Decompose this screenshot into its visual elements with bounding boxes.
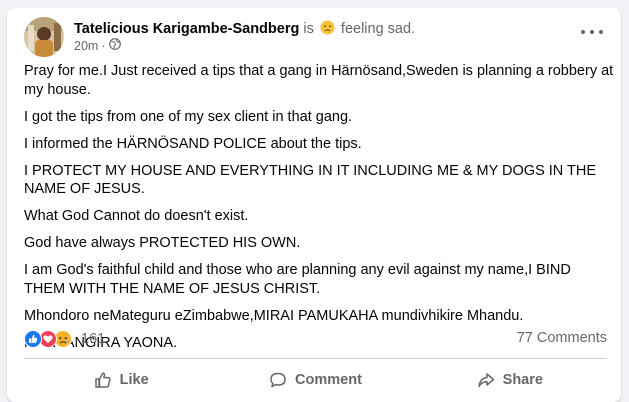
like-button[interactable]: Like — [24, 363, 218, 397]
post-paragraph: God have always PROTECTED HIS OWN. — [24, 235, 301, 251]
post-paragraph: I informed the HÄRNÖSAND POLICE about th… — [24, 135, 362, 152]
post-paragraph: I PROTECT MY HOUSE AND EVERYTHING IN IT … — [24, 162, 597, 198]
comment-label: Comment — [295, 372, 362, 388]
timestamp[interactable]: 20m — [74, 39, 98, 53]
sad-face-icon — [320, 20, 335, 39]
comment-button[interactable]: Comment — [218, 363, 412, 397]
more-options-icon[interactable] — [581, 25, 603, 39]
thumbs-up-icon — [94, 371, 112, 389]
reaction-icons — [24, 330, 74, 348]
author-name[interactable]: Tatelicious Karigambe-Sandberg — [74, 21, 299, 37]
action-bar: Like Comment Share — [24, 363, 607, 397]
post-paragraph: Pray for me.I Just received a tips that … — [24, 63, 614, 98]
post-paragraph: I got the tips from one of my sex client… — [24, 108, 353, 125]
post-paragraph: Mhondoro neMateguru eZimbabwe,MIRAI PAMU… — [24, 307, 524, 324]
share-label: Share — [502, 372, 543, 388]
is-text: is — [303, 21, 314, 37]
post-paragraph: I am God's faithful child and those who … — [24, 262, 571, 297]
share-arrow-icon — [477, 371, 495, 389]
globe-icon[interactable] — [108, 38, 121, 53]
comment-bubble-icon — [269, 371, 287, 389]
share-button[interactable]: Share — [413, 363, 607, 397]
post-body: Pray for me.I Just received a tips that … — [24, 62, 614, 361]
divider — [24, 358, 607, 359]
post-paragraph: What God Cannot do doesn't exist. — [24, 208, 249, 224]
post-card: Tatelicious Karigambe-Sandberg is feelin… — [7, 8, 621, 402]
feeling-text: feeling sad. — [340, 21, 416, 37]
like-reaction-icon — [24, 330, 42, 348]
reaction-count: 161 — [81, 331, 106, 347]
comments-count[interactable]: 77 Comments — [517, 330, 607, 346]
meta-separator: · — [101, 38, 106, 53]
avatar[interactable] — [24, 17, 64, 57]
like-label: Like — [119, 372, 149, 388]
author-line: Tatelicious Karigambe-Sandberg is feelin… — [74, 20, 415, 39]
post-meta: 20m · — [74, 38, 121, 53]
reactions-summary[interactable]: 161 — [24, 330, 105, 348]
